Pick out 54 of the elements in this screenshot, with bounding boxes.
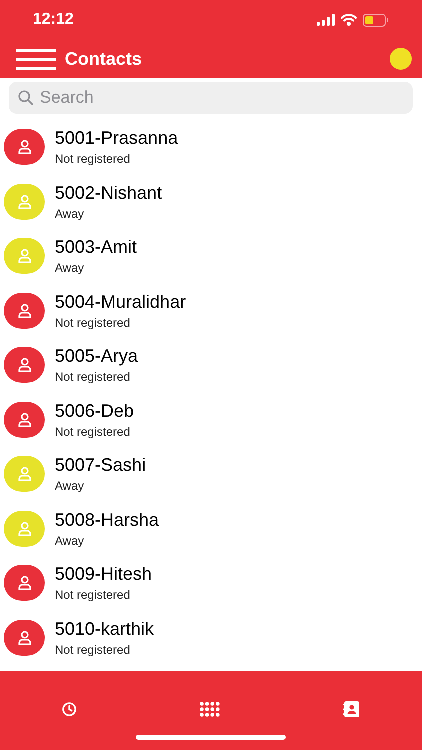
person-icon — [16, 630, 32, 646]
keypad-tab[interactable] — [200, 702, 220, 717]
contact-name: 5009-Hitesh — [55, 563, 152, 586]
contact-status: Not registered — [55, 314, 132, 331]
contact-row[interactable]: 5005-Arya Not registered — [0, 338, 422, 392]
contact-name: 5004-Muralidhar — [55, 290, 186, 313]
contact-row[interactable]: 5008-Harsha Away — [0, 502, 422, 556]
contact-name: 5006-Deb — [55, 400, 134, 422]
header-title: Contacts — [65, 48, 142, 70]
person-icon — [16, 248, 32, 264]
search-icon — [18, 90, 34, 106]
person-icon — [16, 194, 32, 210]
contact-status: Away — [55, 478, 86, 494]
contact-row[interactable]: 5006-Deb Not registered — [0, 392, 422, 447]
contact-status: Not registered — [55, 587, 132, 604]
person-icon — [16, 575, 32, 592]
contact-name: 5008-Harsha — [55, 508, 160, 531]
signal-icon — [317, 14, 335, 26]
contact-status: Not registered — [55, 151, 132, 168]
contact-name: 5010-karthik — [55, 618, 154, 640]
contact-status: Not registered — [55, 642, 132, 658]
person-icon — [16, 357, 32, 374]
contact-name: 5002-Nishant — [55, 182, 162, 204]
search-field[interactable]: Search — [9, 82, 413, 114]
contact-row[interactable]: 5009-Hitesh Not registered — [0, 556, 422, 610]
person-icon — [16, 139, 32, 156]
contact-row[interactable]: 5001-Prasanna Not registered — [0, 120, 422, 174]
contact-name: 5001-Prasanna — [55, 127, 178, 150]
contact-status: Away — [55, 260, 86, 276]
contact-row[interactable]: 5004-Muralidhar Not registered — [0, 284, 422, 338]
contact-status: Not registered — [55, 424, 132, 440]
wifi-icon — [341, 14, 357, 26]
contact-status: Away — [55, 532, 86, 549]
contact-row[interactable]: 5003-Amit Away — [0, 229, 422, 284]
contact-row[interactable]: 5002-Nishant Away — [0, 174, 422, 229]
person-icon — [16, 302, 32, 319]
person-icon — [16, 466, 32, 482]
contacts-tab[interactable] — [343, 701, 360, 718]
contact-row[interactable]: 5007-Sashi Away — [0, 447, 422, 502]
contact-name: 5007-Sashi — [55, 454, 146, 476]
recents-tab[interactable] — [62, 702, 77, 717]
address-book-icon — [343, 701, 360, 718]
menu-button[interactable] — [16, 48, 56, 70]
person-icon — [16, 412, 32, 428]
status-time: 12:12 — [33, 10, 74, 30]
clock-icon — [62, 702, 77, 717]
contact-status: Away — [55, 206, 86, 222]
contact-row[interactable]: 5010-karthik Not registered — [0, 610, 422, 665]
person-icon — [16, 520, 32, 537]
keypad-icon — [200, 702, 220, 717]
contact-name: 5003-Amit — [55, 236, 138, 258]
contact-status: Not registered — [55, 369, 132, 386]
contact-name: 5005-Arya — [55, 345, 138, 368]
battery-icon — [363, 14, 389, 26]
